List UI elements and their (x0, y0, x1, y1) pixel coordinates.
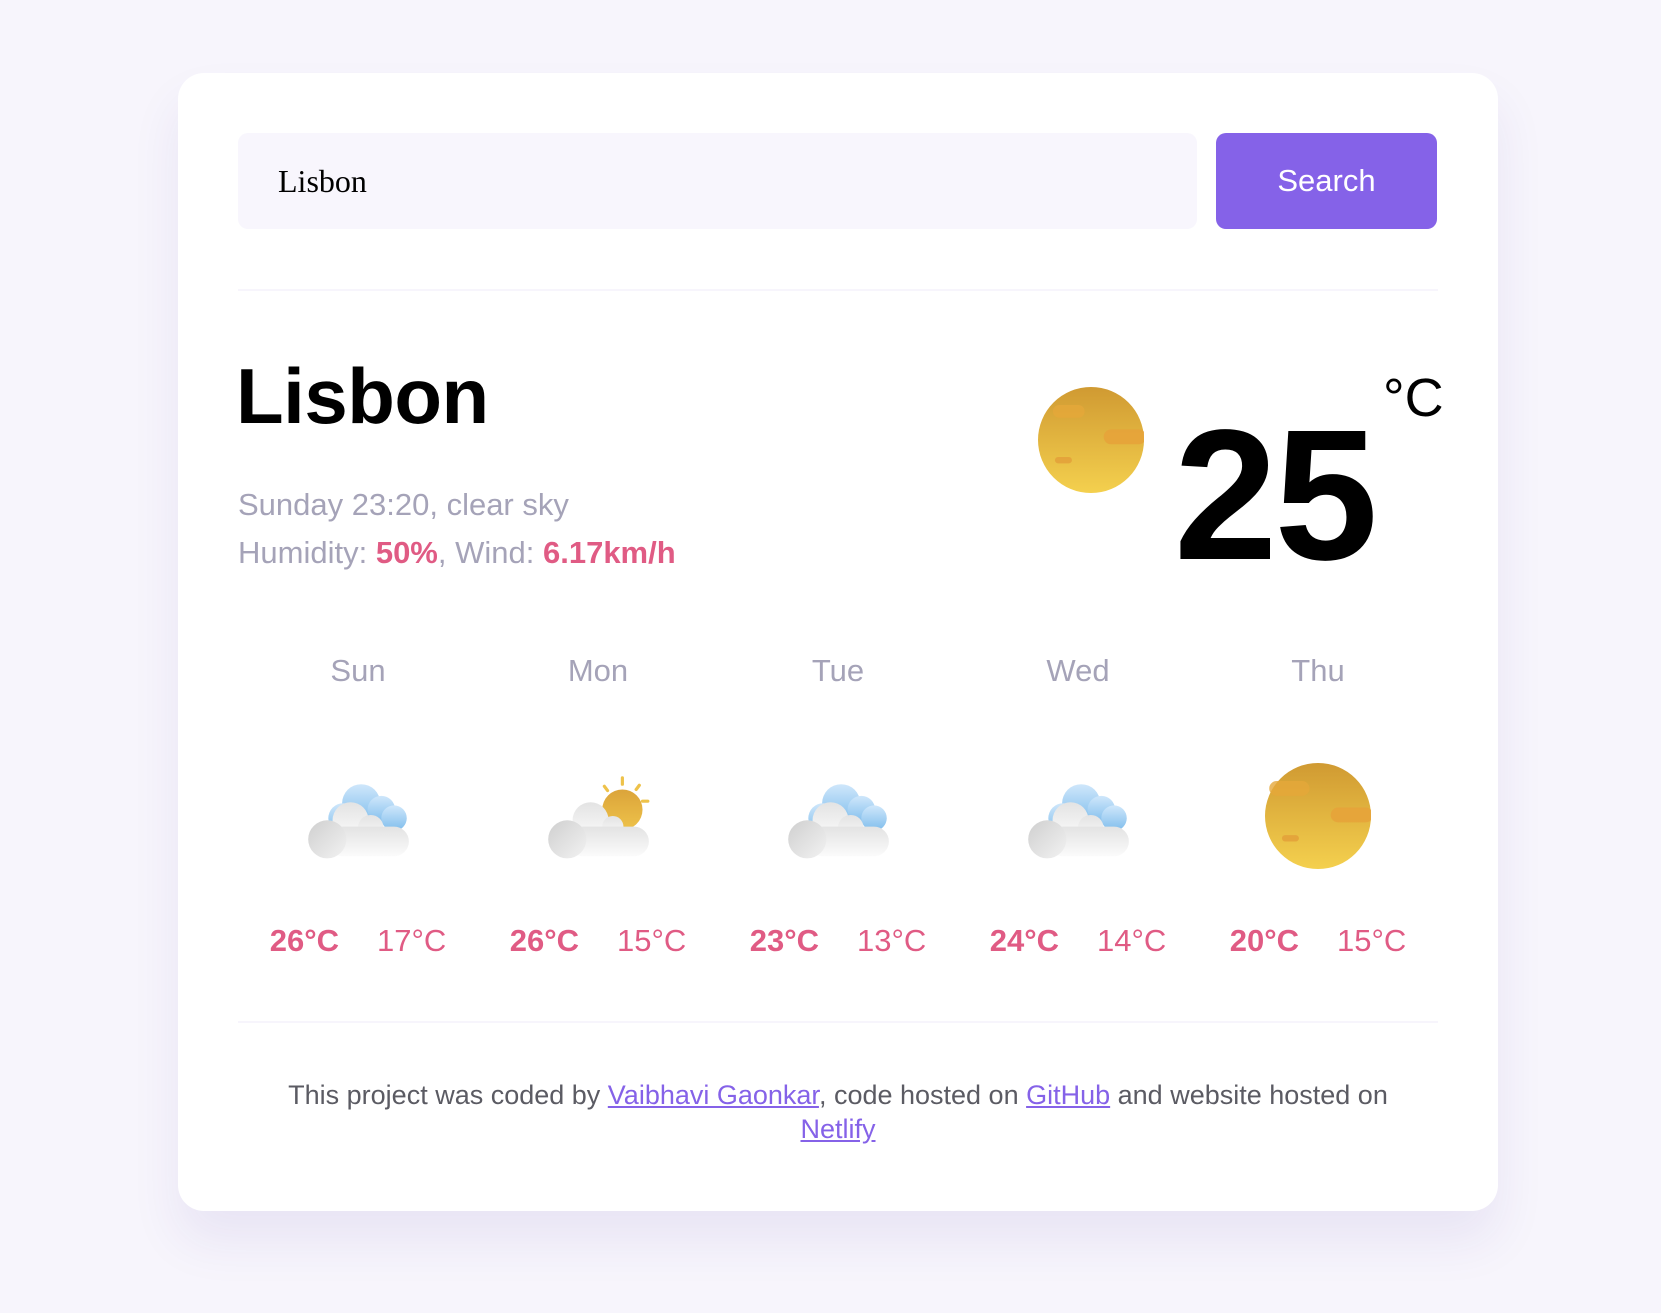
forecast-max-temp: 26°C (269, 923, 339, 958)
forecast-day-name: Tue (811, 653, 865, 688)
broken-clouds-icon (1028, 784, 1129, 859)
divider (238, 1021, 1438, 1023)
author-link[interactable]: Vaibhavi Gaonkar (608, 1080, 819, 1110)
forecast-day: Sun 26°C 17°C (238, 653, 478, 973)
city-search-input[interactable] (238, 133, 1197, 229)
weather-card: Search Lisbon Sunday 23:20, clear sky Hu… (178, 73, 1498, 1211)
wind-value: 6.17km/h (542, 535, 676, 570)
humidity-wind-line: Humidity: 50%, Wind: 6.17km/h (238, 535, 676, 570)
forecast-max-temp: 23°C (749, 923, 819, 958)
search-button[interactable]: Search (1216, 133, 1437, 229)
forecast-temps: 20°C 15°C (1198, 923, 1438, 959)
forecast-day: Wed 24°C 14°C (958, 653, 1198, 973)
footer: This project was coded by Vaibhavi Gaonk… (238, 1078, 1438, 1146)
forecast-day: Mon 26°C 15°C (478, 653, 718, 973)
clear-sky-sun-icon (1265, 763, 1371, 869)
forecast-min-temp: 15°C (1337, 923, 1407, 958)
footer-text: , code hosted on (818, 1080, 1027, 1110)
weather-details: Sunday 23:20, clear sky Humidity: 50%, W… (238, 481, 676, 577)
broken-clouds-icon (308, 784, 409, 859)
humidity-value: 50% (375, 535, 438, 570)
forecast-day-name: Mon (567, 653, 629, 688)
forecast-day-name: Sun (330, 653, 386, 688)
forecast-min-temp: 13°C (857, 923, 927, 958)
netlify-link[interactable]: Netlify (800, 1114, 875, 1144)
forecast-max-temp: 24°C (989, 923, 1059, 958)
forecast-day: Thu 20°C 15°C (1198, 653, 1438, 973)
footer-text: and website hosted on (1110, 1080, 1388, 1110)
forecast-min-temp: 15°C (617, 923, 687, 958)
forecast-max-temp: 20°C (1229, 923, 1299, 958)
clear-sky-sun-icon (1038, 387, 1144, 493)
forecast-day-name: Wed (1046, 653, 1110, 688)
forecast-temps: 26°C 15°C (478, 923, 718, 959)
search-form: Search (238, 133, 1438, 229)
forecast-min-temp: 14°C (1097, 923, 1167, 958)
humidity-label: Humidity: (238, 535, 368, 570)
forecast-min-temp: 17°C (377, 923, 447, 958)
forecast-day-name: Thu (1291, 653, 1345, 688)
forecast-max-temp: 26°C (509, 923, 579, 958)
divider (238, 289, 1438, 291)
date-description-line: Sunday 23:20, clear sky (238, 487, 569, 522)
city-name: Lisbon (236, 352, 489, 440)
broken-clouds-icon (788, 784, 889, 859)
weather-description: clear sky (446, 487, 569, 522)
forecast: Sun 26°C 17°C Mon 26°C 15°C Tue 23°C 13°… (238, 653, 1438, 973)
github-link[interactable]: GitHub (1026, 1080, 1110, 1110)
forecast-temps: 26°C 17°C (238, 923, 478, 959)
forecast-temps: 23°C 13°C (718, 923, 958, 959)
current-temperature: 25 (1174, 392, 1378, 599)
forecast-temps: 24°C 14°C (958, 923, 1198, 959)
temperature-unit: °C (1383, 368, 1444, 428)
footer-text: This project was coded by (288, 1080, 608, 1110)
forecast-day: Tue 23°C 13°C (718, 653, 958, 973)
wind-label: Wind: (455, 535, 535, 570)
day-time: Sunday 23:20 (238, 487, 430, 522)
few-clouds-sun-icon (548, 776, 650, 859)
